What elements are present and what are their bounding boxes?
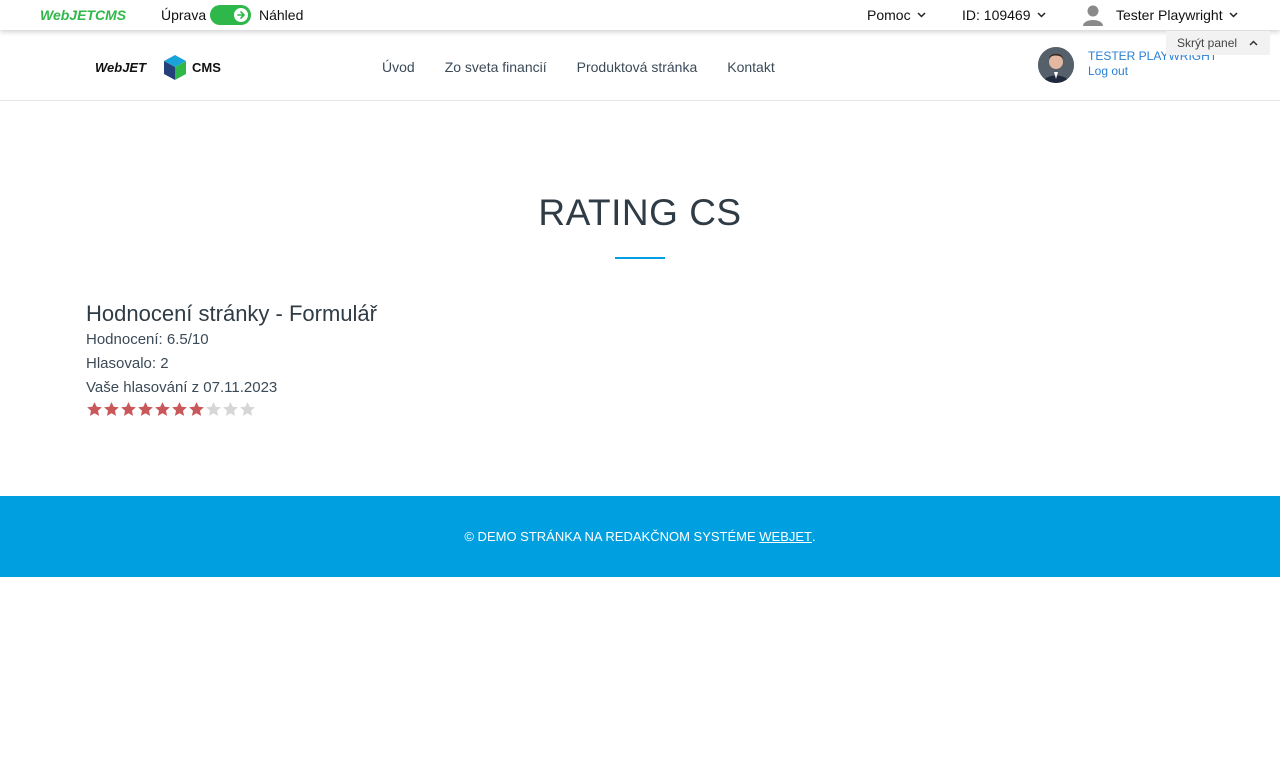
page-title: RATING CS xyxy=(538,192,742,233)
edit-preview-toggle[interactable] xyxy=(210,5,251,25)
footer-period: . xyxy=(812,529,816,544)
webjet-admin-logo[interactable]: WebJETCMS xyxy=(40,7,134,23)
site-footer: © Demo stránka na redakčnom systéme WebJ… xyxy=(0,496,1280,577)
footer-text: © Demo stránka na redakčnom systéme xyxy=(464,529,760,544)
help-menu[interactable]: Pomoc xyxy=(867,7,926,23)
doc-id-menu[interactable]: ID: 109469 xyxy=(962,7,1046,23)
nav-item-kontakt[interactable]: Kontakt xyxy=(712,59,789,75)
nav-item-uvod[interactable]: Úvod xyxy=(367,59,430,75)
chevron-down-icon xyxy=(1036,12,1046,18)
user-portrait-icon xyxy=(1038,47,1074,83)
star-icon[interactable] xyxy=(103,401,120,418)
star-icon[interactable] xyxy=(171,401,188,418)
user-menu-label: Tester Playwright xyxy=(1116,7,1223,23)
rating-your-vote: Vaše hlasování z 07.11.2023 xyxy=(86,379,278,396)
chevron-down-icon xyxy=(1229,12,1238,18)
star-icon[interactable] xyxy=(120,401,137,418)
star-icon[interactable] xyxy=(188,401,205,418)
admin-toolbar: WebJETCMS Úprava Náhled Pomoc ID: 109469… xyxy=(0,0,1280,30)
star-icon[interactable] xyxy=(222,401,239,418)
title-divider xyxy=(615,257,665,259)
star-icon[interactable] xyxy=(86,401,103,418)
star-icon[interactable] xyxy=(137,401,154,418)
nav-item-produkt[interactable]: Produktová stránka xyxy=(562,59,713,75)
chevron-up-icon xyxy=(1249,40,1258,46)
logout-link[interactable]: Log out xyxy=(1088,64,1217,79)
user-menu[interactable]: Tester Playwright xyxy=(1082,4,1238,26)
hide-panel-button[interactable]: Skrýt panel xyxy=(1166,31,1270,55)
doc-id-label: ID: 109469 xyxy=(962,7,1031,23)
user-avatar-icon xyxy=(1083,5,1103,26)
rating-form: Hodnocení stránky - Formulář Hodnocení: … xyxy=(86,300,377,418)
star-icon[interactable] xyxy=(205,401,222,418)
admin-logo-text: WebJETCMS xyxy=(40,7,127,23)
main-navigation: Úvod Zo sveta financií Produktová stránk… xyxy=(367,59,790,75)
toggle-knob xyxy=(234,8,248,22)
logo-text-right: CMS xyxy=(192,60,221,75)
star-icon[interactable] xyxy=(154,401,171,418)
star-rating-widget xyxy=(86,400,377,418)
edit-mode-label: Úprava xyxy=(161,7,207,23)
rating-heading: Hodnocení stránky - Formulář xyxy=(86,301,377,326)
hide-panel-label: Skrýt panel xyxy=(1177,36,1238,50)
help-menu-label: Pomoc xyxy=(867,7,911,23)
user-photo xyxy=(1038,47,1074,83)
preview-mode-label: Náhled xyxy=(259,7,304,23)
arrow-right-icon xyxy=(237,11,245,19)
footer-webjet-link[interactable]: WebJET xyxy=(759,529,812,544)
star-icon[interactable] xyxy=(239,401,256,418)
site-header: WebJET CMS Úvod Zo sveta financií Produk… xyxy=(0,30,1280,101)
site-logo[interactable]: WebJET CMS xyxy=(95,53,235,83)
logo-text-left: WebJET xyxy=(95,60,147,75)
rating-score: Hodnocení: 6.5/10 xyxy=(86,331,209,348)
nav-item-financie[interactable]: Zo sveta financií xyxy=(430,59,562,75)
cube-logo-icon xyxy=(164,55,186,80)
rating-votes: Hlasovalo: 2 xyxy=(86,355,169,372)
chevron-down-icon xyxy=(917,12,926,18)
